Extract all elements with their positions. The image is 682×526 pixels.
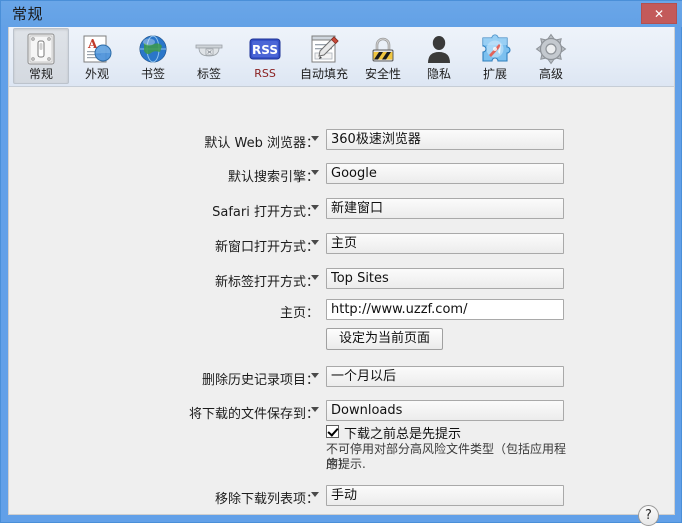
toolbar-item-extensions[interactable]: 扩展 <box>467 28 523 84</box>
always-prompt-label: 下载之前总是先提示 <box>344 427 462 442</box>
toolbar-item-privacy[interactable]: 隐私 <box>411 28 467 84</box>
default-browser-select[interactable]: 360极速浏览器 <box>326 129 564 150</box>
toolbar-label-autofill: 自动填充 <box>299 67 348 81</box>
homepage-input[interactable] <box>326 299 564 320</box>
toolbar-label-extensions: 扩展 <box>482 67 507 81</box>
remove-history-select[interactable]: 一个月以后 <box>326 366 564 387</box>
new-window-open-select[interactable]: 主页 <box>326 233 564 254</box>
toolbar-label-general: 常规 <box>28 67 53 81</box>
close-button[interactable]: ✕ <box>641 3 677 24</box>
window-title: 常规 <box>12 5 44 23</box>
default-search-label: 默认搜索引擎： <box>227 170 319 185</box>
tab-icon <box>190 31 228 67</box>
puzzle-icon <box>476 31 514 67</box>
toolbar-label-security: 安全性 <box>364 67 401 81</box>
toolbar-item-bookmarks[interactable]: 书签 <box>125 28 181 84</box>
save-downloads-select[interactable]: Downloads <box>326 400 564 421</box>
question-mark-icon: ? <box>645 508 652 523</box>
new-tab-open-label: 新标签打开方式： <box>214 275 319 290</box>
toolbar-item-advanced[interactable]: 高级 <box>523 28 579 84</box>
appearance-icon: A <box>78 31 116 67</box>
remove-history-label: 删除历史记录项目： <box>201 373 319 388</box>
default-browser-label: 默认 Web 浏览器： <box>204 136 319 151</box>
toolbar-item-security[interactable]: 安全性 <box>355 28 411 84</box>
title-bar: 常规 ✕ <box>1 1 682 27</box>
toolbar-item-tabs[interactable]: 标签 <box>181 28 237 84</box>
save-downloads-label: 将下载的文件保存到： <box>188 407 319 422</box>
homepage-label: 主页： <box>279 306 319 321</box>
person-icon <box>420 31 458 67</box>
rss-icon: RSS <box>246 31 284 67</box>
safari-open-label: Safari 打开方式： <box>212 205 319 220</box>
padlock-icon <box>364 31 402 67</box>
remove-download-items-label: 移除下载列表项： <box>214 492 319 507</box>
always-prompt-checkbox[interactable] <box>326 425 339 438</box>
toolbar-item-rss[interactable]: RSS RSS <box>237 28 293 84</box>
always-prompt-row[interactable]: 下载之前总是先提示 <box>326 423 461 442</box>
close-icon: ✕ <box>653 6 665 21</box>
toolbar-label-advanced: 高级 <box>538 67 563 81</box>
toolbar-item-autofill[interactable]: 自动填充 <box>293 28 355 84</box>
set-current-page-button[interactable]: 设定为当前页面 <box>326 328 444 350</box>
autofill-icon <box>305 31 343 67</box>
new-window-open-label: 新窗口打开方式： <box>214 240 319 255</box>
toolbar-label-bookmarks: 书签 <box>140 67 165 81</box>
remove-download-items-select[interactable]: 手动 <box>326 485 564 506</box>
prompt-hint-line2: 的提示. <box>326 457 366 471</box>
client-area: 常规 A 外观 书签 标签 RSS RSS 自动填充 安全性 隐私 扩展 高级 … <box>8 27 675 526</box>
default-search-select[interactable]: Google <box>326 163 564 184</box>
svg-text:RSS: RSS <box>252 43 278 57</box>
switch-plate-icon <box>22 31 60 67</box>
gear-icon <box>532 31 570 67</box>
toolbar-item-general[interactable]: 常规 <box>13 28 69 84</box>
general-preferences-form: 默认 Web 浏览器： 360极速浏览器 默认搜索引擎： Google Safa… <box>9 88 674 526</box>
toolbar-label-rss: RSS <box>254 67 276 80</box>
globe-icon <box>134 31 172 67</box>
toolbar-item-appearance[interactable]: A 外观 <box>69 28 125 84</box>
toolbar-label-appearance: 外观 <box>84 67 109 81</box>
toolbar-label-tabs: 标签 <box>196 67 221 81</box>
toolbar-label-privacy: 隐私 <box>426 67 451 81</box>
new-tab-open-select[interactable]: Top Sites <box>326 268 564 289</box>
safari-open-select[interactable]: 新建窗口 <box>326 198 564 219</box>
preferences-window: 常规 ✕ 常规 A 外观 书签 标签 RSS RSS 自动填充 安全性 隐私 扩… <box>0 0 682 526</box>
preferences-toolbar: 常规 A 外观 书签 标签 RSS RSS 自动填充 安全性 隐私 扩展 高级 <box>9 27 674 87</box>
